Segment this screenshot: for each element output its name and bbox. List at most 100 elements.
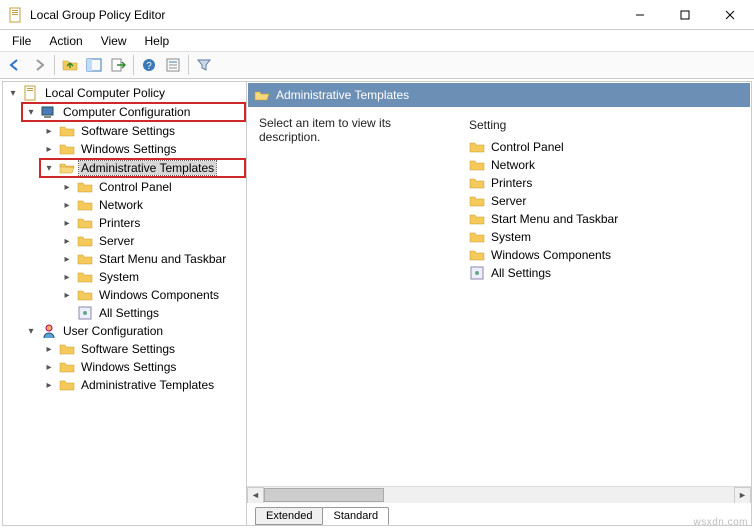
folder-icon — [77, 287, 93, 303]
tree-label: Windows Settings — [79, 360, 178, 374]
list-item[interactable]: System — [469, 228, 739, 246]
chevron-right-icon[interactable]: ▸ — [61, 271, 73, 283]
tree-root: ▾ Local Computer Policy ▾ Computer Confi… — [3, 84, 246, 394]
help-icon: ? — [141, 57, 157, 73]
tree-item-wincomponents[interactable]: ▸Windows Components — [57, 286, 246, 304]
chevron-right-icon[interactable]: ▸ — [43, 143, 55, 155]
settings-list: Setting Control Panel Network Printers S… — [469, 116, 739, 478]
tree-item-network[interactable]: ▸ Network — [57, 196, 246, 214]
forward-button[interactable] — [28, 54, 50, 76]
list-label: Control Panel — [491, 140, 564, 154]
folder-icon — [469, 211, 485, 227]
folder-icon — [77, 269, 93, 285]
tab-standard[interactable]: Standard — [322, 507, 389, 525]
folder-icon — [469, 175, 485, 191]
tree-item-allsettings[interactable]: All Settings — [57, 304, 246, 322]
chevron-right-icon[interactable]: ▸ — [43, 343, 55, 355]
tab-extended[interactable]: Extended — [255, 507, 323, 525]
list-item[interactable]: Network — [469, 156, 739, 174]
properties-button[interactable] — [162, 54, 184, 76]
chevron-down-icon[interactable]: ▾ — [25, 325, 37, 337]
tree-item-user-admin[interactable]: ▸Administrative Templates — [39, 376, 246, 394]
details-pane: Administrative Templates Select an item … — [247, 82, 751, 525]
folder-icon — [59, 359, 75, 375]
help-button[interactable]: ? — [138, 54, 160, 76]
details-area: Select an item to view its description. … — [247, 108, 751, 486]
scroll-track[interactable] — [264, 487, 734, 504]
chevron-down-icon[interactable]: ▾ — [43, 162, 55, 174]
chevron-right-icon[interactable]: ▸ — [43, 361, 55, 373]
list-item[interactable]: Server — [469, 192, 739, 210]
close-icon — [725, 10, 735, 20]
folder-icon — [469, 193, 485, 209]
tree-item-server[interactable]: ▸ Server — [57, 232, 246, 250]
tree-pane[interactable]: ▾ Local Computer Policy ▾ Computer Confi… — [3, 82, 247, 525]
computer-icon — [41, 104, 57, 120]
chevron-right-icon[interactable]: ▸ — [61, 181, 73, 193]
filter-button[interactable] — [193, 54, 215, 76]
tree-item-control-panel[interactable]: ▸Control Panel — [57, 178, 246, 196]
folder-up-icon — [62, 57, 78, 73]
tree-item-user-config[interactable]: ▾ User Configuration — [21, 322, 246, 340]
horizontal-scrollbar[interactable]: ◄ ► — [247, 486, 751, 503]
tree-item-user-software[interactable]: ▸ Software Settings — [39, 340, 246, 358]
tree-item-computer-config[interactable]: ▾ Computer Configuration — [21, 102, 246, 122]
folder-open-icon — [254, 87, 270, 103]
tree-label: Software Settings — [79, 342, 177, 356]
window-title: Local Group Policy Editor — [30, 8, 617, 22]
tree-label: Windows Settings — [79, 142, 178, 156]
export-icon — [110, 57, 126, 73]
folder-icon — [469, 139, 485, 155]
minimize-button[interactable] — [617, 0, 662, 29]
chevron-down-icon[interactable]: ▾ — [7, 87, 19, 99]
tree-label: Server — [97, 234, 136, 248]
tree-label: Administrative Templates — [79, 161, 216, 175]
up-button[interactable] — [59, 54, 81, 76]
chevron-right-icon[interactable]: ▸ — [61, 235, 73, 247]
export-button[interactable] — [107, 54, 129, 76]
scroll-right-button[interactable]: ► — [734, 487, 751, 504]
folder-icon — [59, 141, 75, 157]
settings-icon — [469, 265, 485, 281]
chevron-right-icon[interactable]: ▸ — [61, 253, 73, 265]
scroll-left-button[interactable]: ◄ — [247, 487, 264, 504]
folder-icon — [77, 197, 93, 213]
chevron-down-icon[interactable]: ▾ — [25, 106, 37, 118]
close-button[interactable] — [707, 0, 752, 29]
chevron-right-icon[interactable]: ▸ — [61, 217, 73, 229]
tree-item-printers[interactable]: ▸Printers — [57, 214, 246, 232]
scroll-thumb[interactable] — [264, 488, 384, 502]
tree-label: User Configuration — [61, 324, 165, 338]
chevron-right-icon[interactable]: ▸ — [61, 199, 73, 211]
list-item[interactable]: Printers — [469, 174, 739, 192]
menu-view[interactable]: View — [93, 32, 135, 50]
folder-icon — [469, 157, 485, 173]
tree-item-startmenu[interactable]: ▸ Start Menu and Taskbar — [57, 250, 246, 268]
list-item[interactable]: All Settings — [469, 264, 739, 282]
list-item[interactable]: Windows Components — [469, 246, 739, 264]
folder-icon — [77, 215, 93, 231]
tree-label: Start Menu and Taskbar — [97, 252, 228, 266]
tree-item-windows-settings[interactable]: ▸ Windows Settings — [39, 140, 246, 158]
chevron-right-icon[interactable]: ▸ — [43, 379, 55, 391]
pane-icon — [86, 57, 102, 73]
tree-item-local-policy[interactable]: ▾ Local Computer Policy — [3, 84, 246, 102]
list-item[interactable]: Start Menu and Taskbar — [469, 210, 739, 228]
tree-item-user-windows[interactable]: ▸ Windows Settings — [39, 358, 246, 376]
menu-file[interactable]: File — [4, 32, 39, 50]
back-button[interactable] — [4, 54, 26, 76]
showpane-button[interactable] — [83, 54, 105, 76]
menu-help[interactable]: Help — [137, 32, 178, 50]
tree-item-admin-templates[interactable]: ▾ Administrative Templates — [39, 158, 246, 178]
app-icon — [8, 7, 24, 23]
tree-label: Network — [97, 198, 145, 212]
menu-action[interactable]: Action — [41, 32, 90, 50]
list-item[interactable]: Control Panel — [469, 138, 739, 156]
list-label: Start Menu and Taskbar — [491, 212, 618, 226]
tree-item-software-settings[interactable]: ▸Software Settings — [39, 122, 246, 140]
chevron-right-icon[interactable]: ▸ — [43, 125, 55, 137]
maximize-button[interactable] — [662, 0, 707, 29]
path-bar: Administrative Templates — [248, 83, 750, 107]
tree-item-system[interactable]: ▸System — [57, 268, 246, 286]
chevron-right-icon[interactable]: ▸ — [61, 289, 73, 301]
